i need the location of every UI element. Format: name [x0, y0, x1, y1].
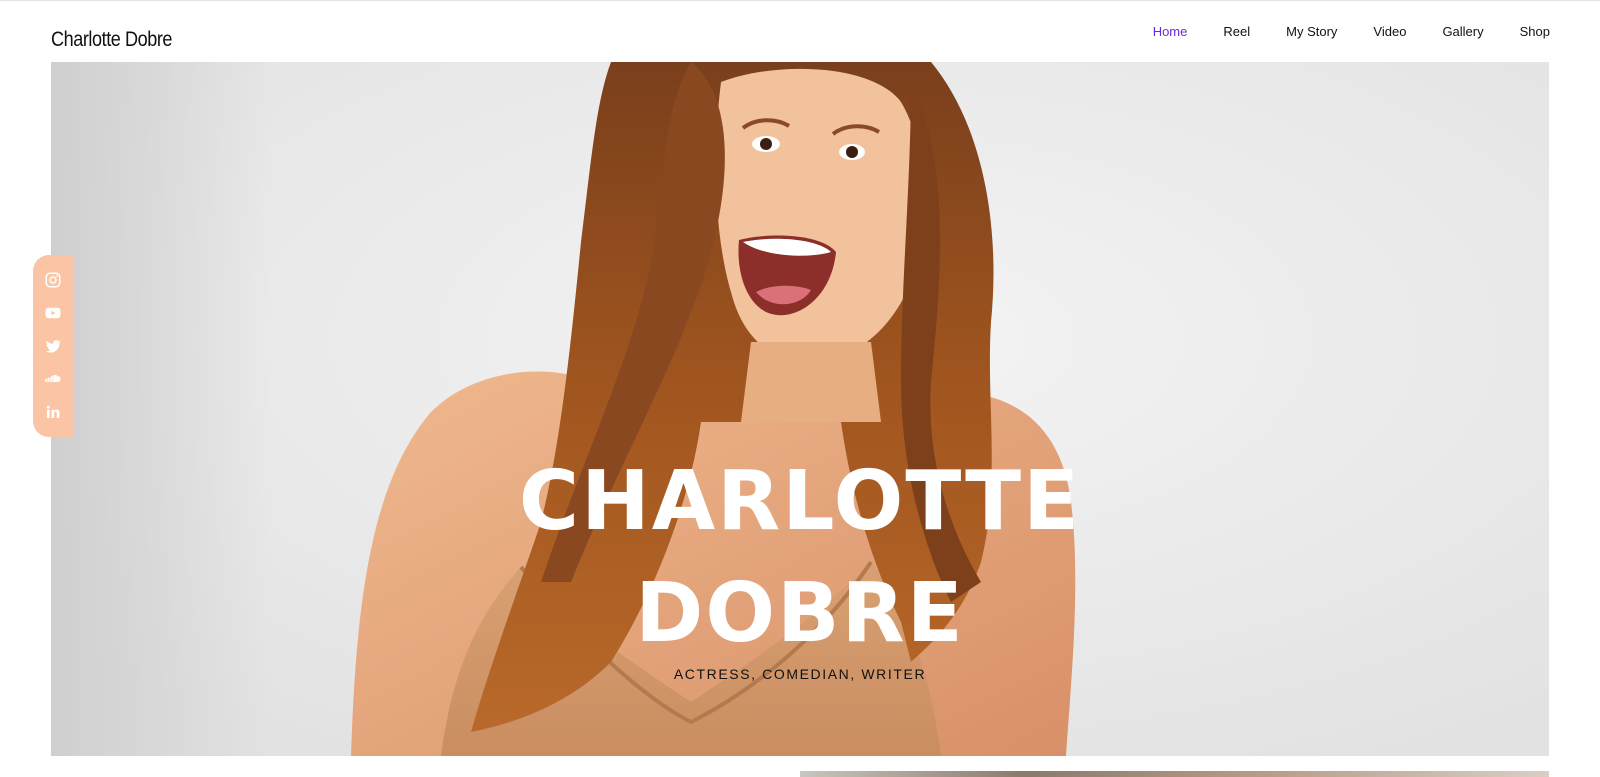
nav-gallery[interactable]: Gallery	[1424, 23, 1501, 41]
youtube-icon[interactable]	[44, 304, 62, 322]
nav-video[interactable]: Video	[1355, 23, 1424, 41]
site-title[interactable]: Charlotte Dobre	[51, 28, 172, 52]
social-bar	[33, 255, 73, 437]
soundcloud-icon[interactable]	[44, 370, 62, 388]
nav-reel[interactable]: Reel	[1205, 23, 1268, 41]
linkedin-icon[interactable]	[44, 403, 62, 421]
nav-home[interactable]: Home	[1135, 23, 1206, 41]
twitter-icon[interactable]	[44, 337, 62, 355]
hero-heading-last-name: DOBRE	[635, 566, 965, 661]
nav-shop[interactable]: Shop	[1502, 23, 1550, 41]
main-nav: Home Reel My Story Video Gallery Shop	[1135, 23, 1550, 41]
nav-my-story[interactable]: My Story	[1268, 23, 1355, 41]
instagram-icon[interactable]	[44, 271, 62, 289]
next-section-photo-preview	[800, 771, 1549, 777]
hero-section: CHARLOTTE DOBRE ACTRESS, COMEDIAN, WRITE…	[51, 62, 1549, 756]
hero-subtitle: ACTRESS, COMEDIAN, WRITER	[673, 666, 927, 682]
hero-heading-first-name: CHARLOTTE	[518, 454, 1082, 549]
top-border	[0, 0, 1600, 1]
